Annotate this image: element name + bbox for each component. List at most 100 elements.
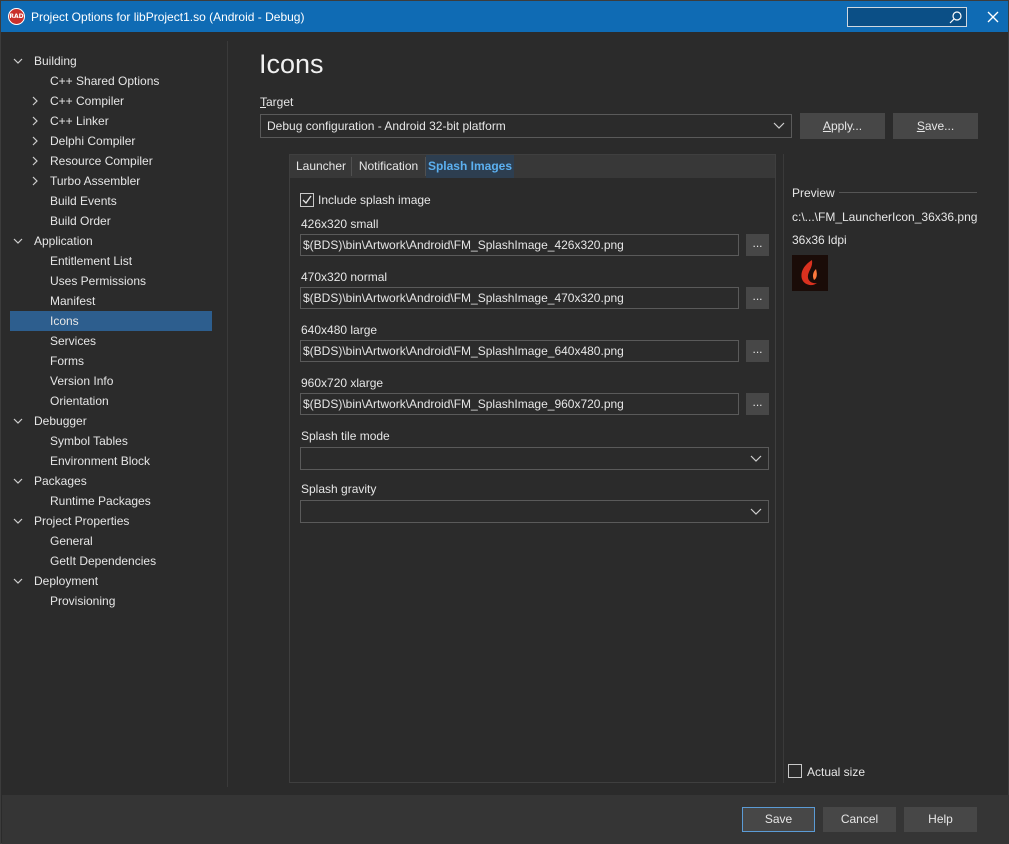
tree-item-label: C++ Linker: [50, 114, 109, 128]
chevron-right-icon[interactable]: [30, 136, 40, 146]
splash-small-browse-button[interactable]: ...: [746, 234, 769, 256]
chevron-down-icon: [750, 508, 762, 515]
chevron-down-icon[interactable]: [13, 236, 23, 246]
splash-large-input[interactable]: $(BDS)\bin\Artwork\Android\FM_SplashImag…: [300, 340, 739, 362]
tree-item-label: Application: [34, 234, 93, 248]
tree-item-icons[interactable]: Icons: [10, 311, 212, 331]
splash-normal-label: 470x320 normal: [301, 270, 388, 284]
target-label: Target: [260, 95, 294, 109]
tree-item-uses-permissions[interactable]: Uses Permissions: [10, 271, 212, 291]
tree-item-build-events[interactable]: Build Events: [10, 191, 212, 211]
target-combo-value: Debug configuration - Android 32-bit pla…: [267, 119, 506, 133]
splash-small-input[interactable]: $(BDS)\bin\Artwork\Android\FM_SplashImag…: [300, 234, 739, 256]
tree-item-packages[interactable]: Packages: [10, 471, 212, 491]
tree-item-manifest[interactable]: Manifest: [10, 291, 212, 311]
save-button[interactable]: Save: [742, 807, 815, 832]
tab-splash-images[interactable]: Splash Images: [426, 155, 514, 178]
tree-item-label: Provisioning: [50, 594, 116, 608]
tree-item-getit-dependencies[interactable]: GetIt Dependencies: [10, 551, 212, 571]
tree-item-project-properties[interactable]: Project Properties: [10, 511, 212, 531]
tree-item-build-order[interactable]: Build Order: [10, 211, 212, 231]
include-splash-checkbox[interactable]: [300, 193, 314, 207]
tree-item-label: Uses Permissions: [50, 274, 147, 288]
tree-item-label: Icons: [50, 314, 79, 328]
tree-item-runtime-packages[interactable]: Runtime Packages: [10, 491, 212, 511]
tree-item-label: Packages: [34, 474, 87, 488]
splash-xlarge-input[interactable]: $(BDS)\bin\Artwork\Android\FM_SplashImag…: [300, 393, 739, 415]
checkmark-icon: [302, 195, 312, 205]
flame-icon: [801, 260, 817, 286]
tree-item-application[interactable]: Application: [10, 231, 212, 251]
chevron-right-icon[interactable]: [30, 116, 40, 126]
tree-item-delphi-compiler[interactable]: Delphi Compiler: [10, 131, 212, 151]
chevron-down-icon[interactable]: [13, 416, 23, 426]
actual-size-checkbox[interactable]: [788, 764, 802, 778]
splash-normal-input[interactable]: $(BDS)\bin\Artwork\Android\FM_SplashImag…: [300, 287, 739, 309]
tree-item-orientation[interactable]: Orientation: [10, 391, 212, 411]
chevron-down-icon[interactable]: [13, 476, 23, 486]
splash-gravity-label: Splash gravity: [301, 482, 377, 496]
tree-item-label: Manifest: [50, 294, 96, 308]
tab-launcher[interactable]: Launcher: [291, 155, 351, 178]
tree-item-c-linker[interactable]: C++ Linker: [10, 111, 212, 131]
tree-item-label: Orientation: [50, 394, 109, 408]
tree-item-label: Version Info: [50, 374, 114, 388]
cancel-button[interactable]: Cancel: [823, 807, 896, 832]
chevron-down-icon: [773, 122, 785, 129]
tree-item-building[interactable]: Building: [10, 51, 212, 71]
chevron-down-icon[interactable]: [13, 56, 23, 66]
tree-item-label: Building: [34, 54, 77, 68]
splash-tile-mode-combo[interactable]: [300, 447, 769, 470]
tab-notification[interactable]: Notification: [352, 155, 425, 178]
tree-item-label: Project Properties: [34, 514, 130, 528]
tree-item-label: Services: [50, 334, 97, 348]
search-input[interactable]: [847, 7, 967, 27]
rad-app-icon: RAD: [8, 8, 25, 25]
page-title: Icons: [259, 49, 324, 79]
chevron-right-icon[interactable]: [30, 96, 40, 106]
preview-rule: [839, 192, 977, 193]
tree-item-version-info[interactable]: Version Info: [10, 371, 212, 391]
target-combo[interactable]: Debug configuration - Android 32-bit pla…: [260, 114, 792, 138]
save-target-button[interactable]: Save...: [893, 113, 978, 139]
tree-item-c-shared-options[interactable]: C++ Shared Options: [10, 71, 212, 91]
tree-item-c-compiler[interactable]: C++ Compiler: [10, 91, 212, 111]
preview-title: Preview: [792, 186, 835, 200]
chevron-right-icon[interactable]: [30, 176, 40, 186]
tree-item-entitlement-list[interactable]: Entitlement List: [10, 251, 212, 271]
tree-item-label: Deployment: [34, 574, 99, 588]
tree-item-services[interactable]: Services: [10, 331, 212, 351]
tree-item-debugger[interactable]: Debugger: [10, 411, 212, 431]
tree-item-label: Environment Block: [50, 454, 151, 468]
tree-item-forms[interactable]: Forms: [10, 351, 212, 371]
help-button[interactable]: Help: [904, 807, 977, 832]
close-icon[interactable]: [986, 10, 1000, 24]
tree-item-label: Debugger: [34, 414, 87, 428]
splash-gravity-combo[interactable]: [300, 500, 769, 523]
tree-item-symbol-tables[interactable]: Symbol Tables: [10, 431, 212, 451]
splash-large-browse-button[interactable]: ...: [746, 340, 769, 362]
tree-item-deployment[interactable]: Deployment: [10, 571, 212, 591]
tree-item-resource-compiler[interactable]: Resource Compiler: [10, 151, 212, 171]
chevron-down-icon[interactable]: [13, 576, 23, 586]
tree-item-label: C++ Shared Options: [50, 74, 160, 88]
tree-item-environment-block[interactable]: Environment Block: [10, 451, 212, 471]
include-splash-label: Include splash image: [318, 193, 431, 207]
preview-divider: [783, 154, 784, 783]
chevron-right-icon[interactable]: [30, 156, 40, 166]
tree-item-label: GetIt Dependencies: [50, 554, 157, 568]
chevron-down-icon[interactable]: [13, 516, 23, 526]
tree-item-general[interactable]: General: [10, 531, 212, 551]
tree-item-label: Entitlement List: [50, 254, 133, 268]
apply-button[interactable]: Apply...: [800, 113, 885, 139]
splash-normal-browse-button[interactable]: ...: [746, 287, 769, 309]
splash-tile-mode-label: Splash tile mode: [301, 429, 390, 443]
tree-item-turbo-assembler[interactable]: Turbo Assembler: [10, 171, 212, 191]
splash-xlarge-label: 960x720 xlarge: [301, 376, 384, 390]
tree-item-provisioning[interactable]: Provisioning: [10, 591, 212, 611]
title-bar: RAD Project Options for libProject1.so (…: [1, 1, 1008, 32]
tree-item-label: Delphi Compiler: [50, 134, 136, 148]
splash-xlarge-browse-button[interactable]: ...: [746, 393, 769, 415]
chevron-down-icon: [750, 455, 762, 462]
sidebar-divider: [227, 41, 228, 787]
